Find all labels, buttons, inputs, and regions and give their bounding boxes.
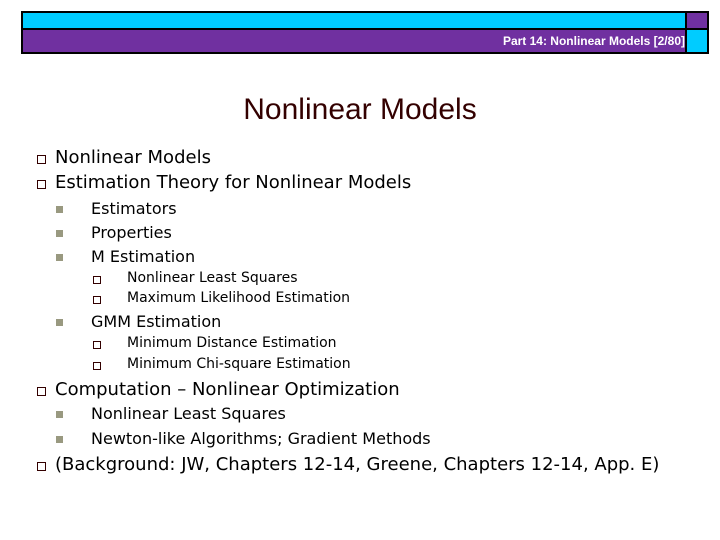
hollow-square-bullet-icon: [93, 362, 101, 370]
bullet-text: Nonlinear Models: [55, 147, 211, 168]
filled-square-bullet-icon: [56, 411, 63, 418]
filled-square-bullet-icon: [56, 230, 63, 237]
bullet-text: Newton-like Algorithms; Gradient Methods: [91, 429, 431, 448]
bullet-text: Nonlinear Least Squares: [127, 270, 298, 286]
bullet-text: GMM Estimation: [91, 312, 222, 331]
filled-square-bullet-icon: [56, 206, 63, 213]
bullet-text: Properties: [91, 223, 172, 242]
header-bottom-right-block: [687, 30, 707, 52]
hollow-square-bullet-icon: [37, 462, 46, 471]
hollow-square-bullet-icon: [37, 155, 46, 164]
header-top-right-block: [687, 13, 707, 28]
header-top-band: [23, 13, 685, 28]
hollow-square-bullet-icon: [37, 180, 46, 189]
hollow-square-bullet-icon: [37, 387, 46, 396]
header-part-label: Part 14: Nonlinear Models [2/80]: [502, 34, 685, 48]
hollow-square-bullet-icon: [93, 296, 101, 304]
bullet-text: Estimation Theory for Nonlinear Models: [55, 172, 412, 193]
bullet-text: M Estimation: [91, 247, 196, 266]
hollow-square-bullet-icon: [93, 341, 101, 349]
bullet-text: Computation – Nonlinear Optimization: [55, 379, 400, 400]
bullet-text: Minimum Distance Estimation: [127, 335, 337, 351]
filled-square-bullet-icon: [56, 436, 63, 443]
bullet-text: Estimators: [91, 199, 177, 218]
bullet-text: Nonlinear Least Squares: [91, 404, 286, 423]
bullet-text: (Background: JW, Chapters 12-14, Greene,…: [55, 454, 660, 475]
slide-title: Nonlinear Models: [243, 93, 477, 126]
bullet-text: Minimum Chi-square Estimation: [127, 356, 351, 372]
filled-square-bullet-icon: [56, 254, 63, 261]
bullet-text: Maximum Likelihood Estimation: [127, 290, 351, 306]
hollow-square-bullet-icon: [93, 276, 101, 284]
filled-square-bullet-icon: [56, 319, 63, 326]
